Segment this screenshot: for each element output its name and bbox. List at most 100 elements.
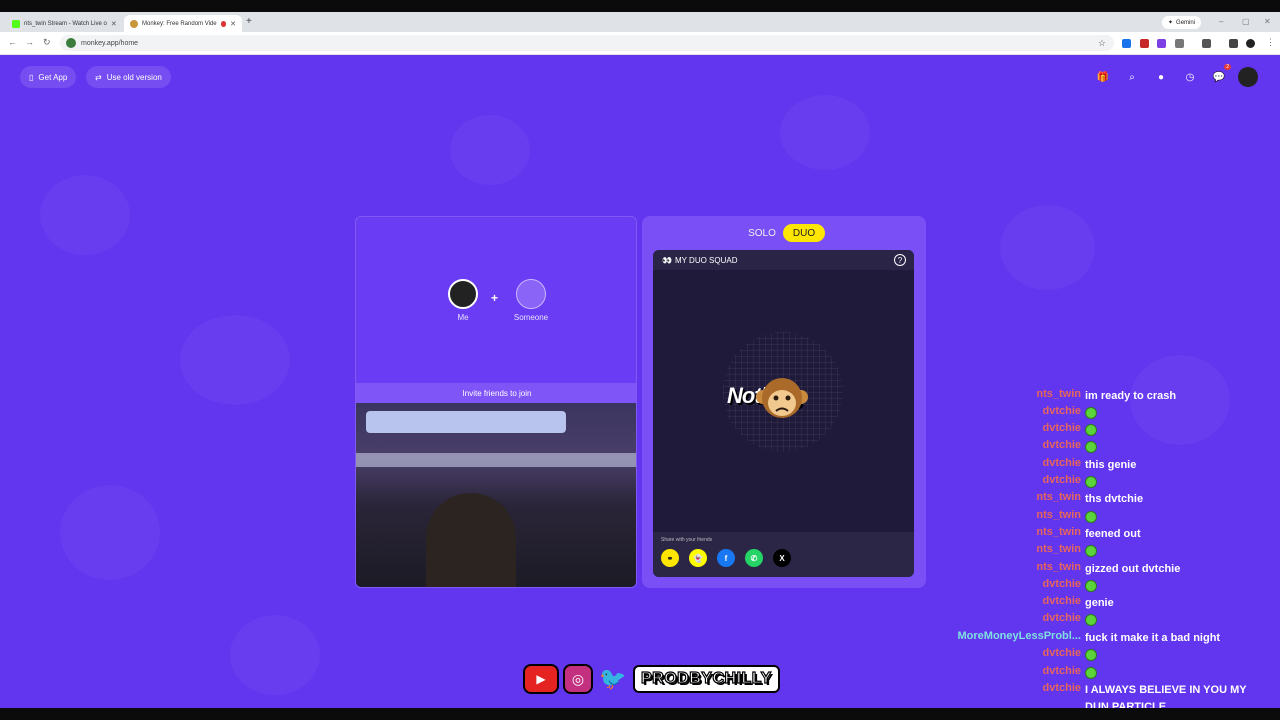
chat-message-text <box>1085 439 1270 456</box>
chat-message-text: fuck it make it a bad night <box>1085 632 1221 644</box>
squad-header: 👀 MY DUO SQUAD <box>653 250 914 270</box>
chat-message-text: feened out <box>1085 528 1141 540</box>
extension-icon[interactable] <box>1122 39 1131 48</box>
extension-icon[interactable] <box>1140 39 1149 48</box>
chat-username[interactable]: nts_twin <box>1036 543 1081 555</box>
monkey-favicon-icon <box>130 19 138 28</box>
youtube-icon: ▶ <box>523 664 559 694</box>
chat-username[interactable]: dvtchie <box>1042 682 1081 694</box>
tab-title: nts_twin Stream - Watch Live o <box>24 20 107 27</box>
chat-message-text <box>1085 543 1270 560</box>
snapchat-icon[interactable]: 👻 <box>689 549 707 567</box>
chat-username[interactable]: dvtchie <box>1042 474 1081 486</box>
chat-username[interactable]: dvtchie <box>1042 422 1081 434</box>
chat-username[interactable]: nts_twin <box>1036 561 1081 573</box>
streamer-name: PRODBYCHILLY <box>633 665 780 693</box>
whatsapp-icon[interactable]: ✆ <box>745 549 763 567</box>
close-window-button[interactable]: ✕ <box>1264 17 1271 26</box>
chat-username[interactable]: dvtchie <box>1042 457 1081 469</box>
cast-icon[interactable] <box>1229 39 1238 48</box>
back-button[interactable]: ← <box>8 37 17 47</box>
chat-message-text: gizzed out dvtchie <box>1085 563 1181 575</box>
forward-button[interactable]: → <box>25 37 34 47</box>
chat-username[interactable]: nts_twin <box>1036 526 1081 538</box>
emote-icon <box>1085 424 1097 437</box>
webcam-feed <box>356 403 636 587</box>
chat-username[interactable]: dvtchie <box>1042 578 1081 590</box>
close-tab-icon[interactable]: ✕ <box>111 20 117 28</box>
chat-username[interactable]: MoreMoneyLessProbl... <box>958 630 1081 642</box>
chat-username[interactable]: dvtchie <box>1042 405 1081 417</box>
coins-icon[interactable]: ● <box>1151 67 1171 87</box>
get-app-button[interactable]: ▯ Get App <box>20 66 77 88</box>
share-label: Share with your friends <box>661 537 713 543</box>
invite-friends-button[interactable]: Invite friends to join <box>356 383 636 403</box>
chat-username[interactable]: dvtchie <box>1042 595 1081 607</box>
search-icon[interactable]: ⌕ <box>1122 67 1142 87</box>
gemini-button[interactable]: ✦ Gemini <box>1162 16 1202 29</box>
profile-avatar-icon[interactable] <box>1246 39 1255 48</box>
video-letterbox-bottom <box>0 708 1280 720</box>
history-icon[interactable]: ◷ <box>1180 67 1200 87</box>
chat-message-text: I ALWAYS BELIEVE IN YOU MY DUN PARTICLE <box>1085 684 1247 708</box>
browser-tab-bar: nts_twin Stream - Watch Live o ✕ Monkey:… <box>0 12 1280 32</box>
chat-username[interactable]: nts_twin <box>1036 388 1081 400</box>
site-info-icon[interactable] <box>66 38 76 48</box>
chat-icon[interactable]: 💬 2 <box>1209 64 1231 87</box>
chat-message-text <box>1085 474 1270 491</box>
extensions-puzzle-icon[interactable] <box>1175 39 1184 48</box>
minimize-window-button[interactable]: – <box>1219 17 1223 26</box>
solo-mode-tab[interactable]: SOLO <box>742 224 782 242</box>
streamer-socials-overlay: ▶ ◎ 🐦 PRODBYCHILLY <box>523 664 780 694</box>
use-old-version-button[interactable]: ⇄ Use old version <box>86 66 171 88</box>
chat-username[interactable]: dvtchie <box>1042 665 1081 677</box>
address-bar[interactable]: monkey.app/home ☆ <box>60 35 1114 51</box>
chat-username[interactable]: dvtchie <box>1042 439 1081 451</box>
twitter-bird-icon: 🐦 <box>599 666 627 691</box>
facebook-icon[interactable]: f <box>717 549 735 567</box>
chat-username[interactable]: nts_twin <box>1036 491 1081 503</box>
get-app-label: Get App <box>38 72 68 82</box>
chat-message-text: im ready to crash <box>1085 390 1177 402</box>
video-letterbox-top <box>0 0 1280 12</box>
kick-favicon-icon <box>12 19 20 28</box>
chat-message-text: genie <box>1085 597 1114 609</box>
browser-tab-monkey[interactable]: Monkey: Free Random Vide ✕ <box>124 15 242 32</box>
duo-squad-panel: SOLO DUO 👀 MY DUO SQUAD ? Nothing Share … <box>642 216 926 588</box>
emote-icon <box>1085 476 1097 489</box>
side-panel-icon[interactable] <box>1202 39 1211 48</box>
phone-icon: ▯ <box>29 72 34 82</box>
extension-icon[interactable] <box>1157 39 1166 48</box>
chat-username[interactable]: dvtchie <box>1042 612 1081 624</box>
tab-title: Monkey: Free Random Vide <box>142 20 217 27</box>
new-tab-button[interactable]: + <box>246 16 252 27</box>
browser-menu-icon[interactable]: ⋮ <box>1266 37 1275 48</box>
help-icon[interactable]: ? <box>894 254 906 266</box>
x-twitter-icon[interactable]: X <box>773 549 791 567</box>
eyes-emoji-icon: 👀 <box>662 255 672 265</box>
emote-icon <box>1085 441 1097 454</box>
copy-link-icon[interactable]: ⚭ <box>661 549 679 567</box>
emote-icon <box>1085 545 1097 558</box>
shop-icon[interactable]: 🎁 <box>1093 67 1113 87</box>
close-tab-icon[interactable]: ✕ <box>230 20 236 28</box>
bookmark-star-icon[interactable]: ☆ <box>1098 38 1106 49</box>
someone-label: Someone <box>513 313 549 322</box>
chat-message-text <box>1085 665 1270 682</box>
chat-message-text <box>1085 612 1270 629</box>
me-avatar <box>448 279 478 309</box>
browser-toolbar: ← → ↻ monkey.app/home ☆ ⋮ <box>0 32 1280 55</box>
me-label: Me <box>457 313 469 322</box>
browser-tab-kick[interactable]: nts_twin Stream - Watch Live o ✕ <box>6 15 118 32</box>
maximize-window-button[interactable]: ▢ <box>1242 17 1250 26</box>
chat-username[interactable]: dvtchie <box>1042 647 1081 659</box>
emote-icon <box>1085 667 1097 680</box>
chat-username[interactable]: nts_twin <box>1036 509 1081 521</box>
plus-icon: + <box>491 291 499 305</box>
swap-icon: ⇄ <box>95 72 102 82</box>
reload-button[interactable]: ↻ <box>43 37 51 48</box>
duo-mode-tab[interactable]: DUO <box>783 224 825 242</box>
sad-monkey-icon <box>756 378 808 418</box>
someone-avatar-button[interactable] <box>516 279 546 309</box>
profile-avatar[interactable] <box>1238 67 1258 87</box>
